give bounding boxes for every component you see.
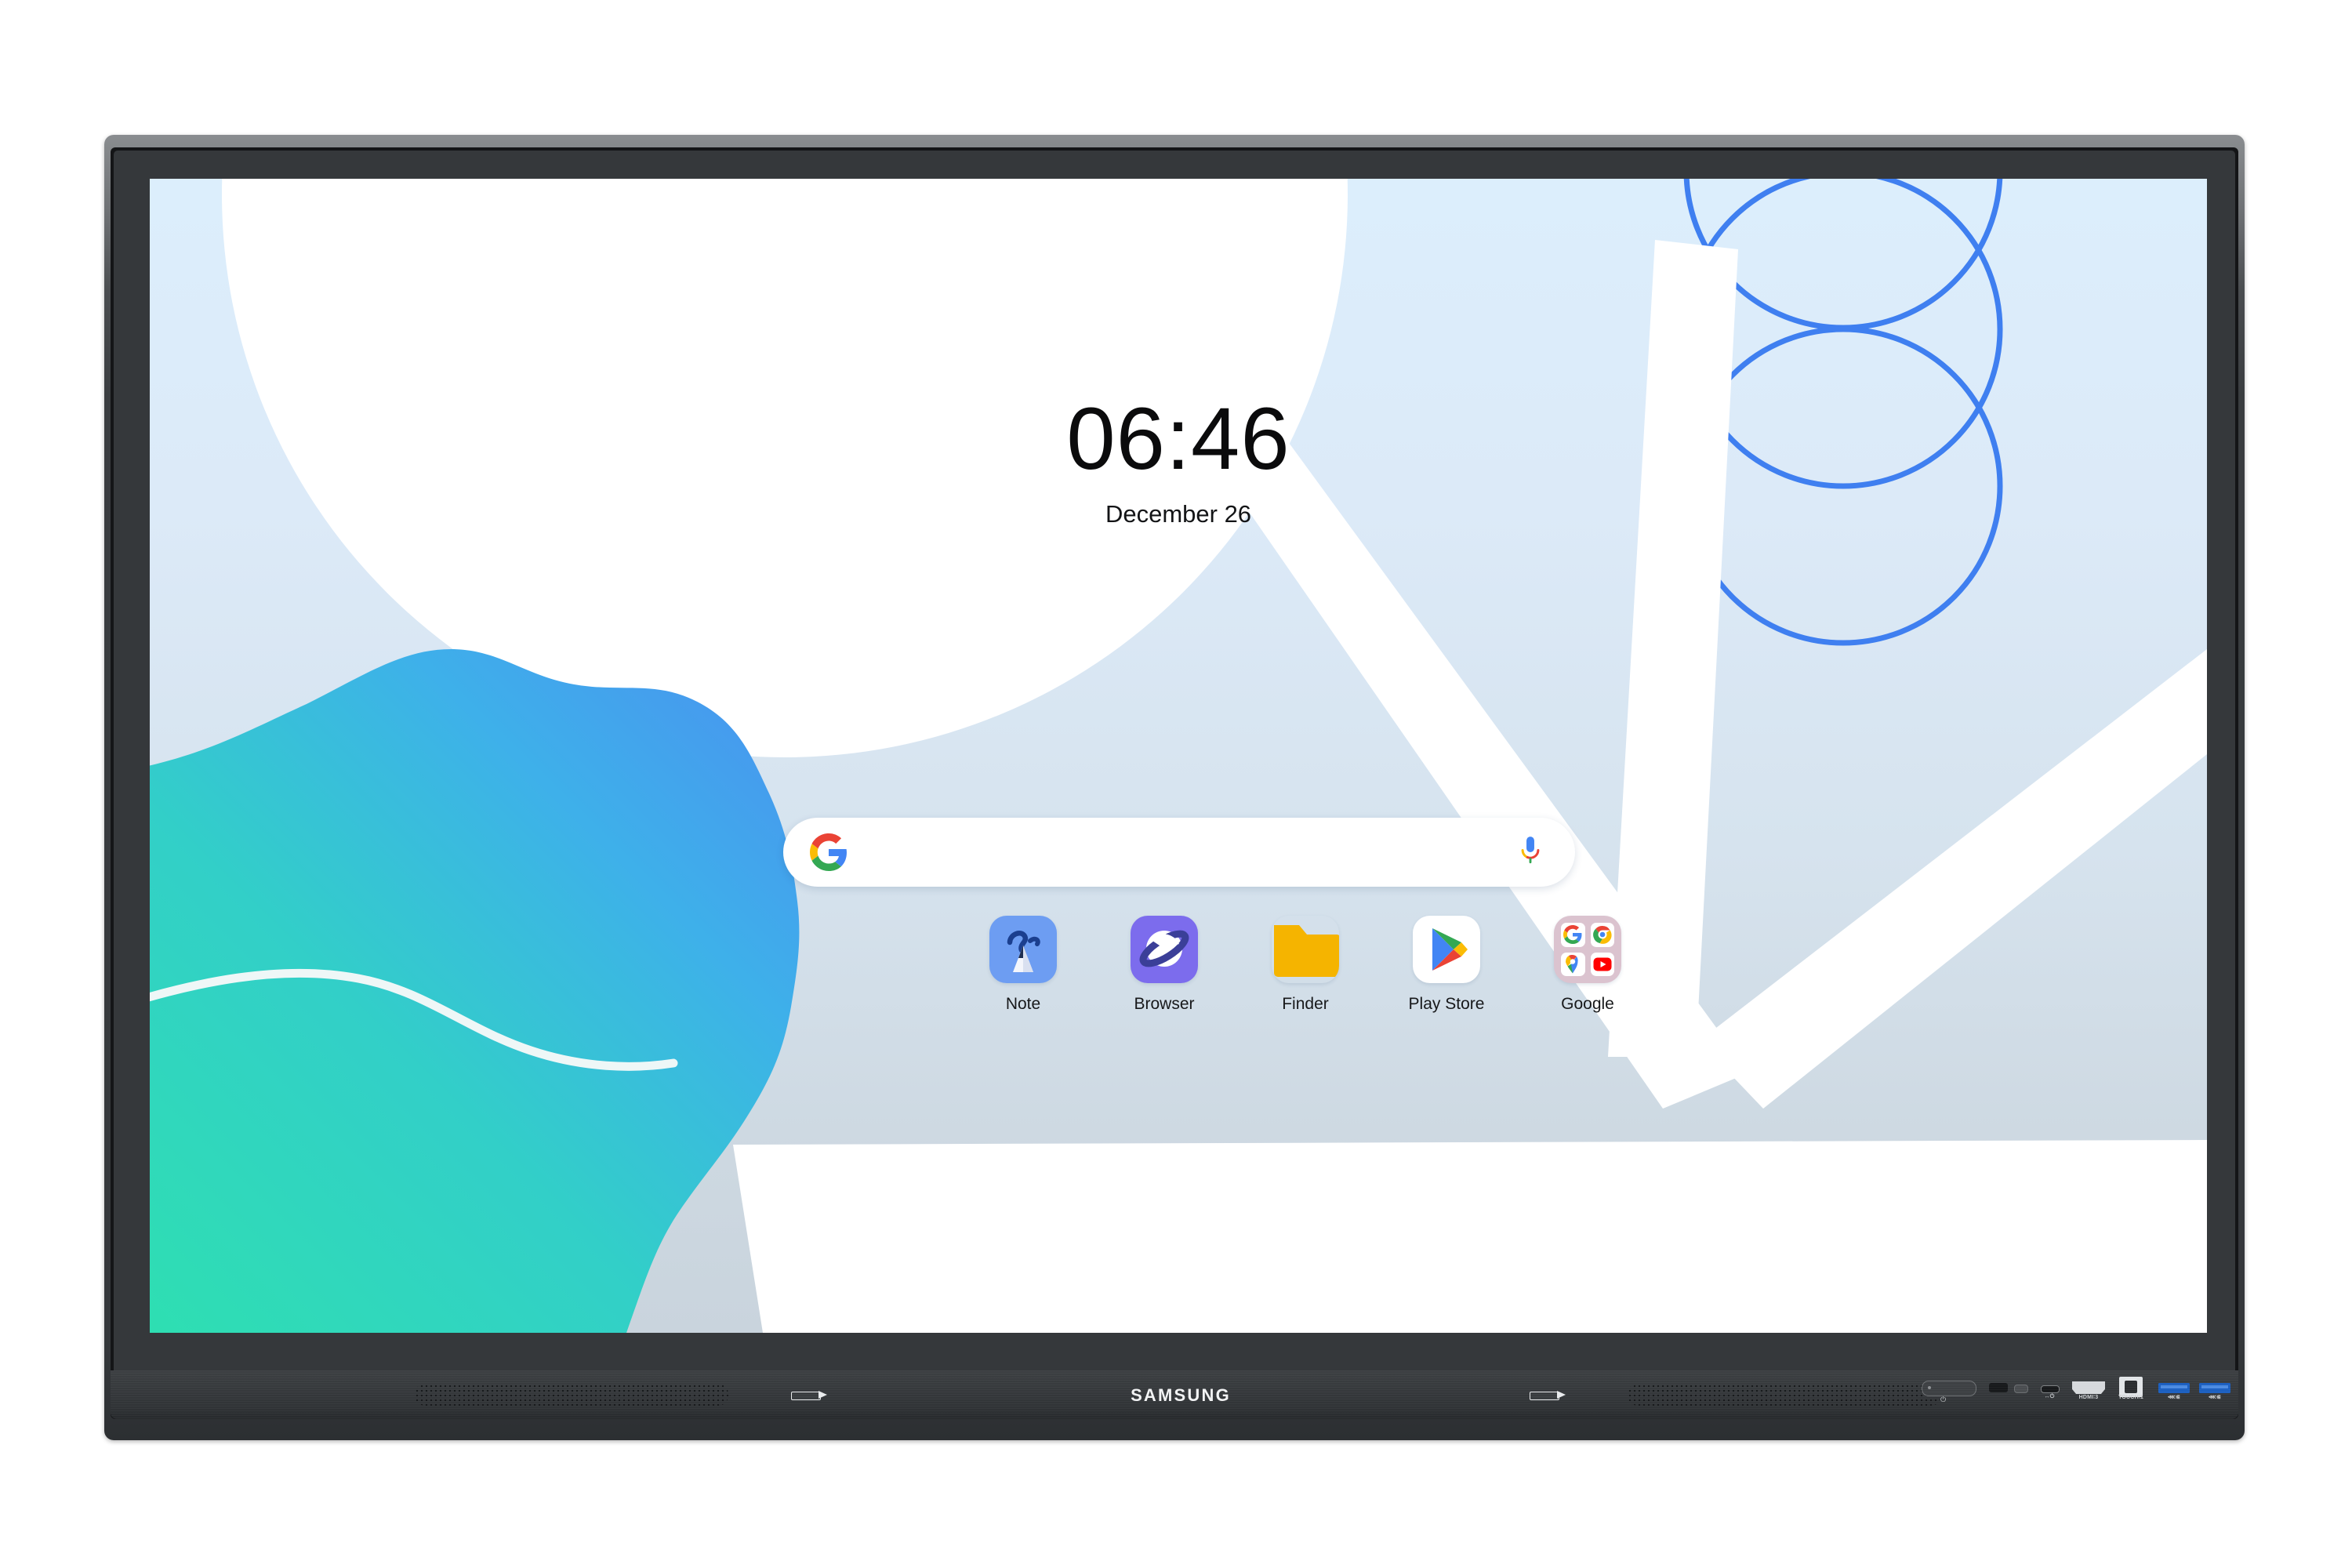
wallpaper-art bbox=[150, 179, 2207, 1333]
search-input[interactable] bbox=[848, 840, 1517, 865]
maps-pin-icon bbox=[1561, 952, 1585, 976]
port-panel: ⏻ ↔⏻ HDMI∶3 TOUCH∶1 ⋘⋐ ⋘⋐ bbox=[1914, 1370, 2230, 1419]
folder-icon bbox=[1272, 916, 1339, 983]
browser-planet-icon bbox=[1131, 916, 1198, 983]
samsung-interactive-display: 06:46 December 26 Note Browser Finder Pl… bbox=[104, 135, 2245, 1440]
google-folder-icon bbox=[1554, 916, 1621, 983]
chrome-icon bbox=[1590, 923, 1614, 947]
app-label: Google bbox=[1561, 995, 1614, 1013]
sensor-window bbox=[2014, 1385, 2028, 1393]
youtube-icon bbox=[1590, 952, 1614, 976]
speaker-grille-left bbox=[415, 1384, 728, 1406]
app-finder[interactable]: Finder bbox=[1259, 916, 1352, 1014]
brand-logo: SAMSUNG bbox=[1131, 1385, 1231, 1405]
clock-widget[interactable]: 06:46 December 26 bbox=[150, 395, 2207, 528]
google-g-icon bbox=[1561, 923, 1585, 947]
app-label: Browser bbox=[1134, 995, 1195, 1013]
stylus-holder-right bbox=[1530, 1391, 1567, 1400]
google-g-icon bbox=[810, 833, 848, 871]
display-screen[interactable]: 06:46 December 26 Note Browser Finder Pl… bbox=[150, 179, 2207, 1333]
display-bottom-bezel: SAMSUNG ⏻ ↔⏻ HDMI∶3 TOUCH∶1 ⋘⋐ ⋘⋐ bbox=[111, 1370, 2238, 1419]
stylus-holder-left bbox=[791, 1391, 829, 1400]
app-play-store[interactable]: Play Store bbox=[1400, 916, 1493, 1014]
google-search-bar[interactable] bbox=[783, 818, 1575, 887]
screenshot-root: 06:46 December 26 Note Browser Finder Pl… bbox=[0, 0, 2352, 1568]
note-pen-icon bbox=[989, 916, 1057, 983]
home-app-row: Note Browser Finder Play Store Google bbox=[977, 916, 1634, 1014]
speaker-grille-right bbox=[1628, 1384, 1941, 1406]
power-icon: ⏻ bbox=[1940, 1396, 1947, 1403]
play-store-icon bbox=[1413, 916, 1480, 983]
app-label: Play Store bbox=[1408, 995, 1485, 1013]
clock-date: December 26 bbox=[1105, 500, 1252, 528]
ir-receiver bbox=[1989, 1383, 2008, 1392]
clock-time: 06:46 bbox=[1066, 390, 1290, 488]
wallpaper-gradient-blob bbox=[150, 649, 800, 1333]
app-browser[interactable]: Browser bbox=[1118, 916, 1210, 1014]
app-label: Note bbox=[1005, 995, 1041, 1013]
wallpaper bbox=[150, 179, 2207, 1333]
microphone-icon[interactable] bbox=[1517, 835, 1544, 869]
app-label: Finder bbox=[1282, 995, 1329, 1013]
app-note[interactable]: Note bbox=[977, 916, 1069, 1014]
app-google-folder[interactable]: Google bbox=[1541, 916, 1634, 1014]
